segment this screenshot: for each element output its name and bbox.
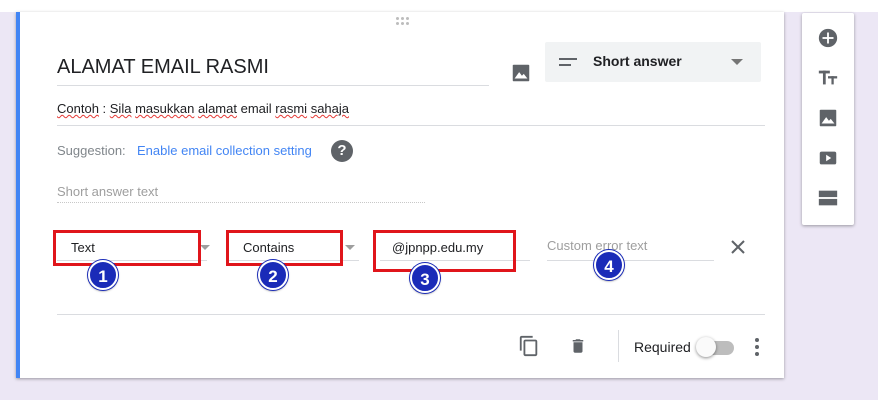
desc-text: : (98, 101, 110, 116)
more-vert-icon[interactable] (755, 338, 759, 356)
annotation-badge-2: 2 (258, 260, 288, 290)
desc-word: masukkan (135, 101, 195, 116)
footer-separator (618, 330, 619, 362)
required-toggle-knob[interactable] (696, 337, 716, 357)
annotation-badge-3: 3 (410, 263, 440, 293)
question-card: ALAMAT EMAIL RASMI Short answer Contoh :… (16, 12, 784, 378)
desc-word: Contoh (57, 101, 99, 116)
question-title-input[interactable]: ALAMAT EMAIL RASMI (57, 56, 489, 86)
question-type-label: Short answer (593, 53, 682, 69)
add-section-icon[interactable] (817, 187, 839, 209)
suggestion-label: Suggestion: (57, 143, 126, 158)
short-answer-icon (559, 55, 579, 69)
add-title-icon[interactable] (817, 67, 839, 89)
question-type-dropdown[interactable]: Short answer (545, 42, 761, 82)
desc-word: sahaja (310, 101, 349, 116)
image-icon[interactable] (510, 62, 532, 84)
short-answer-placeholder: Short answer text (57, 184, 425, 203)
close-icon[interactable] (731, 240, 745, 254)
copy-icon[interactable] (518, 334, 540, 358)
annotation-badge-4: 4 (594, 250, 624, 280)
required-label: Required (634, 339, 691, 355)
add-image-icon[interactable] (817, 107, 839, 129)
desc-word: Sila (109, 101, 132, 116)
delete-icon[interactable] (569, 336, 587, 356)
desc-word: rasmi (275, 101, 308, 116)
footer-divider (57, 314, 765, 315)
help-icon[interactable]: ? (331, 140, 353, 162)
chevron-down-icon (731, 59, 743, 65)
annotation-box-1 (53, 230, 201, 266)
custom-error-text-input[interactable]: Custom error text (547, 238, 714, 261)
chevron-down-icon (200, 245, 210, 250)
question-description-input[interactable]: Contoh : Sila masukkan alamat email rasm… (57, 101, 765, 126)
desc-text: email (236, 101, 276, 116)
drag-handle-icon[interactable] (396, 17, 412, 29)
chevron-down-icon (345, 245, 355, 250)
annotation-badge-1: 1 (88, 260, 118, 290)
top-strip (0, 0, 878, 12)
add-video-icon[interactable] (817, 147, 839, 169)
enable-email-collection-link[interactable]: Enable email collection setting (137, 143, 312, 158)
question-toolbar (802, 13, 854, 225)
annotation-box-3 (373, 230, 516, 272)
annotation-box-2 (226, 230, 343, 266)
desc-word: alamat (197, 101, 237, 116)
add-question-icon[interactable] (817, 27, 839, 49)
